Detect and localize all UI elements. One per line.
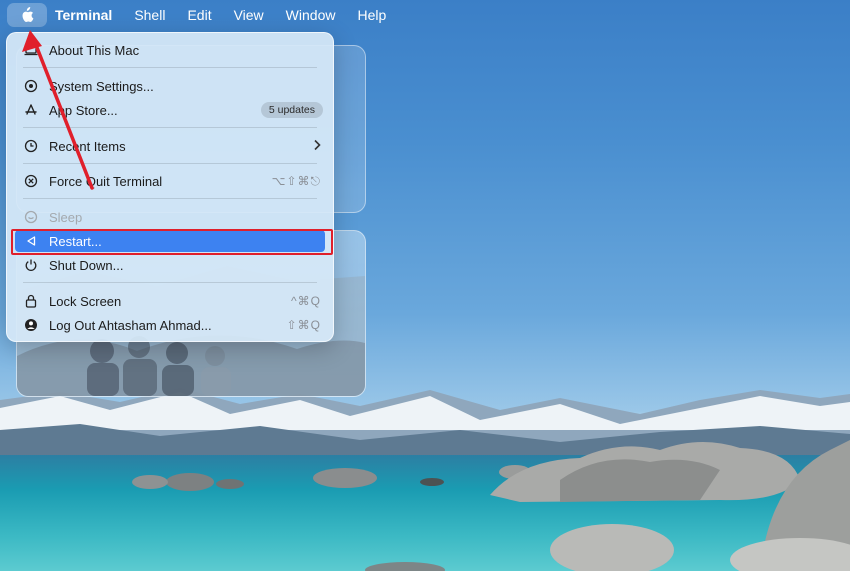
shore-rocks: [132, 440, 850, 571]
menu-separator: [23, 198, 317, 199]
menu-item-label: Shut Down...: [49, 257, 124, 273]
apple-menu-button[interactable]: [7, 3, 47, 27]
menu-separator: [23, 67, 317, 68]
app-store-icon: [23, 102, 39, 118]
annotation-highlight-box: [11, 229, 333, 255]
menu-item-label: System Settings...: [49, 78, 154, 94]
menu-item-label: Force Quit Terminal: [49, 173, 163, 189]
menu-item-label: Sleep: [49, 209, 83, 225]
menu-view[interactable]: View: [223, 7, 275, 23]
menu-item-log-out[interactable]: Log Out Ahtasham Ahmad... ⇧⌘Q: [15, 314, 325, 336]
menu-item-sleep: Sleep: [15, 206, 325, 228]
menu-item-lock-screen[interactable]: Lock Screen ^⌘Q: [15, 290, 325, 312]
force-quit-icon: [23, 173, 39, 189]
lock-icon: [23, 293, 39, 309]
menu-item-shut-down[interactable]: Shut Down...: [15, 254, 325, 276]
keyboard-shortcut: ^⌘Q: [291, 294, 321, 308]
menu-item-about[interactable]: About This Mac: [15, 39, 325, 61]
menu-item-app-store[interactable]: App Store... 5 updates: [15, 99, 325, 121]
laptop-icon: [23, 42, 39, 58]
menu-terminal[interactable]: Terminal: [47, 7, 123, 23]
menu-item-label: App Store...: [49, 102, 118, 118]
menu-item-label: Recent Items: [49, 138, 126, 154]
menu-separator: [23, 163, 317, 164]
user-icon: [23, 317, 39, 333]
menu-help[interactable]: Help: [346, 7, 397, 23]
menu-item-system-settings[interactable]: System Settings...: [15, 75, 325, 97]
menu-item-force-quit[interactable]: Force Quit Terminal ⌥⇧⌘⎋: [15, 170, 325, 192]
keyboard-shortcut: ⇧⌘Q: [286, 318, 321, 332]
menu-item-label: About This Mac: [49, 42, 140, 58]
chevron-right-icon: [313, 139, 321, 154]
menu-separator: [23, 127, 317, 128]
menu-shell[interactable]: Shell: [123, 7, 176, 23]
apple-logo-icon: [22, 7, 34, 23]
gear-icon: [23, 78, 39, 94]
menu-item-label: Log Out Ahtasham Ahmad...: [49, 317, 212, 333]
power-icon: [23, 257, 39, 273]
menu-bar: Terminal Shell Edit View Window Help: [0, 0, 850, 30]
menu-edit[interactable]: Edit: [176, 7, 222, 23]
clock-icon: [23, 138, 39, 154]
keyboard-shortcut: ⌥⇧⌘⎋: [271, 173, 321, 188]
apple-menu-dropdown: About This Mac System Settings... App St…: [6, 32, 334, 342]
menu-window[interactable]: Window: [275, 7, 347, 23]
menu-item-label: Lock Screen: [49, 293, 122, 309]
menu-item-recent-items[interactable]: Recent Items: [15, 135, 325, 157]
sleep-icon: [23, 209, 39, 225]
updates-badge: 5 updates: [260, 102, 323, 118]
menu-separator: [23, 282, 317, 283]
